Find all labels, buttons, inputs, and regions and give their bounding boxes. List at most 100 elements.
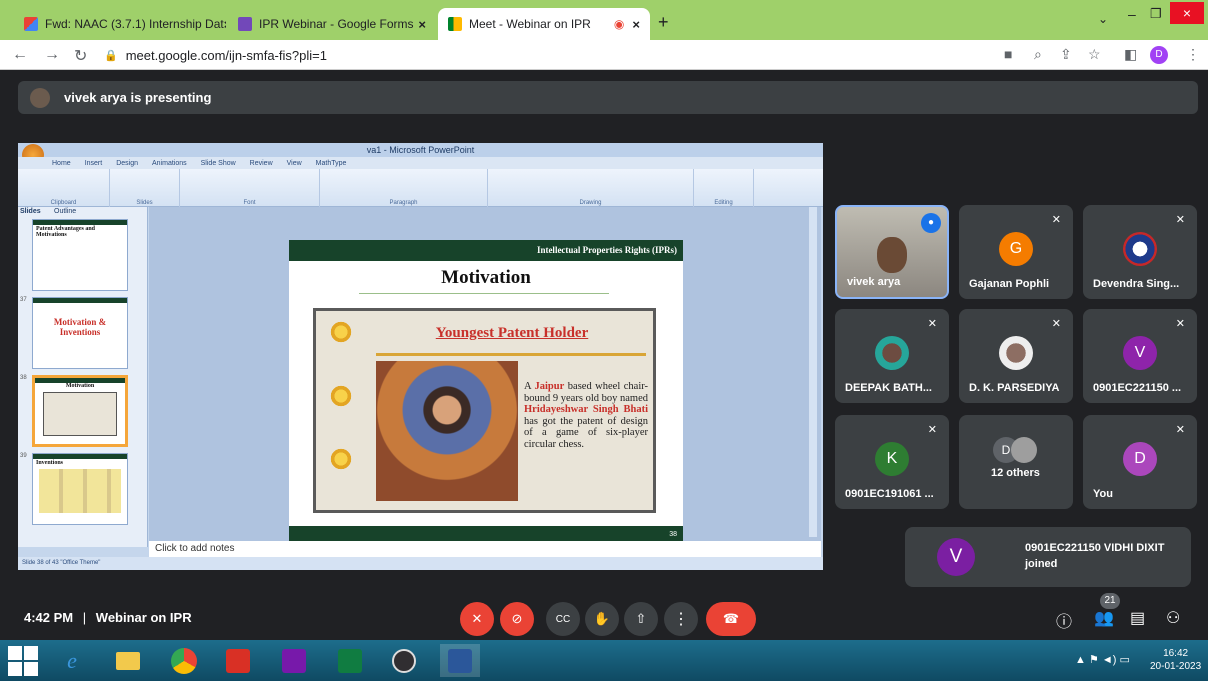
camera-icon[interactable]: ■ [1004,46,1012,62]
slide-thumbnail: Motivation & Inventions [32,297,128,369]
share-icon[interactable]: ⇪ [1060,46,1072,63]
close-tab-icon[interactable]: × [632,17,640,32]
store-icon[interactable] [330,644,370,677]
present-button[interactable]: ⇧ [624,602,658,636]
participant-tile-self[interactable]: ✕ D You [1083,415,1197,509]
meeting-info: 4:42 PM | Webinar on IPR [24,610,192,625]
ribbon-group: Slides [110,169,180,207]
file-explorer-icon[interactable] [108,644,148,677]
sun-decoration [328,446,354,472]
sidepanel-icon[interactable]: ◧ [1124,46,1137,63]
participant-tile[interactable]: ✕ G Gajanan Pophli [959,205,1073,299]
tab-search-icon[interactable]: ⌄ [1098,12,1108,26]
meet-stage: vivek arya is presenting va1 - Microsoft… [0,70,1208,640]
close-tab-icon[interactable]: × [224,17,226,32]
mic-off-icon: ✕ [1051,318,1061,330]
mic-off-icon: ✕ [1175,214,1185,226]
participant-tile[interactable]: ✕ D. K. PARSEDIYA [959,309,1073,403]
forms-icon [238,17,252,31]
profile-avatar[interactable]: D [1150,46,1168,64]
lock-icon: 🔒 [104,49,118,62]
participant-tile[interactable]: ● vivek arya [835,205,949,299]
ppt-tab: Insert [84,159,103,167]
tab-gmail[interactable]: Fwd: NAAC (3.7.1) Internship Dat × [14,8,226,40]
mic-off-icon: ✕ [927,318,937,330]
address-bar: ← → ↻ 🔒 meet.google.com/ijn-smfa-fis?pli… [0,40,1208,70]
tab-forms[interactable]: IPR Webinar - Google Forms × [228,8,436,40]
ppt-tab: Review [249,159,273,167]
chrome-icon[interactable] [164,644,204,677]
ppt-ribbon-tabs: Home Insert Design Animations Slide Show… [18,157,823,169]
obs-icon[interactable] [384,644,424,677]
thumb-number: 38 [20,375,27,381]
speaking-indicator-icon: ● [921,213,941,233]
word-icon[interactable] [440,644,480,677]
zoom-icon[interactable]: ⌕ [1034,46,1042,63]
ppt-tab: Home [52,159,71,167]
avatar: D [1123,442,1157,476]
avatar [999,336,1033,370]
url-field[interactable]: 🔒 meet.google.com/ijn-smfa-fis?pli=1 [104,44,984,66]
maximize-button[interactable]: ❐ [1150,6,1162,22]
captions-button[interactable]: CC [546,602,580,636]
system-tray[interactable]: ▲ ⚑ ◄) ▭ [1075,653,1130,666]
more-options-button[interactable]: ⋮ [664,602,698,636]
title-divider [359,293,609,294]
notes-pane: Click to add notes [149,541,821,557]
participant-tile[interactable]: ✕ Devendra Sing... [1083,205,1197,299]
avatar: V [937,538,975,576]
ppt-title-bar: va1 - Microsoft PowerPoint [18,143,823,157]
raise-hand-button[interactable]: ✋ [585,602,619,636]
meet-icon [448,17,462,31]
leave-call-button[interactable]: ☎ [706,602,756,636]
thumb-number: 39 [20,453,27,459]
bookmark-star-icon[interactable]: ☆ [1088,46,1101,63]
presenting-banner: vivek arya is presenting [18,81,1198,114]
menu-icon[interactable]: ⋮ [1186,46,1200,63]
mic-off-button[interactable]: ✕ [460,602,494,636]
tab-strip: Fwd: NAAC (3.7.1) Internship Dat × IPR W… [0,0,1208,40]
slide-thumbnail-selected: Motivation [32,375,128,447]
participant-tile[interactable]: ✕ V 0901EC221150 ... [1083,309,1197,403]
slides-panel: Slides Outline Patent Advantages and Mot… [18,207,148,547]
mic-off-icon: ✕ [1175,318,1185,330]
new-tab-button[interactable]: + [658,12,669,33]
mic-off-icon: ✕ [1175,424,1185,436]
ribbon-group: Font [180,169,320,207]
chat-icon[interactable]: ▤ [1130,608,1145,628]
close-tab-icon[interactable]: × [418,17,426,32]
slide-title: Motivation [441,267,531,288]
tab-meet[interactable]: Meet - Webinar on IPR ◉ × [438,8,650,40]
avatar: G [999,232,1033,266]
avatar [1123,232,1157,266]
sun-decoration [328,319,354,345]
minimize-button[interactable]: – [1128,6,1136,22]
participant-tile[interactable]: ✕ DEEPAK BATH... [835,309,949,403]
forward-icon[interactable]: → [44,46,60,64]
close-window-button[interactable]: × [1170,2,1204,24]
participant-tile-others[interactable]: D 12 others [959,415,1073,509]
start-button-icon[interactable] [8,646,38,676]
onenote-icon[interactable] [274,644,314,677]
back-icon[interactable]: ← [12,46,28,64]
sun-decoration [328,383,354,409]
taskbar-clock[interactable]: 16:42 20-01-2023 [1150,647,1201,673]
windows-taskbar: e ▲ ⚑ ◄) ▭ 16:42 20-01-2023 [0,640,1208,681]
slide-canvas: Intellectual Properties Rights (IPRs) Mo… [149,207,821,547]
participant-tile[interactable]: ✕ K 0901EC191061 ... [835,415,949,509]
activities-icon[interactable]: ⚇ [1166,608,1180,628]
avatar [875,336,909,370]
ie-icon[interactable]: e [52,644,92,677]
ppt-tab: Slide Show [200,159,236,167]
reload-icon[interactable]: ↻ [74,46,87,66]
pdf-reader-icon[interactable] [218,644,258,677]
ppt-tab: View [286,159,302,167]
slide-picture: Youngest Patent Holder A Jaipur based wh… [313,308,656,513]
people-icon[interactable]: 👥 [1094,608,1114,628]
camera-off-button[interactable]: ⊘ [500,602,534,636]
ppt-tab: Design [116,159,138,167]
meeting-details-icon[interactable]: ⓘ [1056,608,1072,632]
ribbon-group: Clipboard [18,169,110,207]
gmail-icon [24,17,38,31]
boy-with-chess-photo [376,361,518,501]
